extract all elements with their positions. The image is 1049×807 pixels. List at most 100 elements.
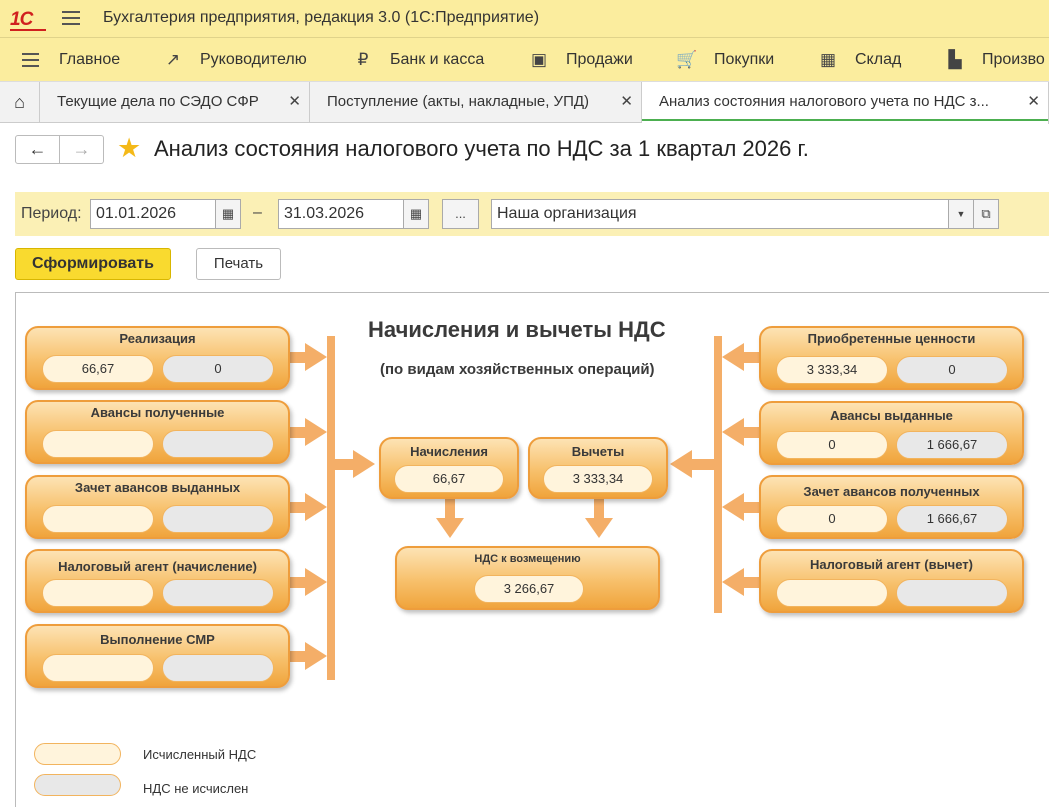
section-production[interactable]: ▙ Произво bbox=[944, 38, 1044, 82]
sections-bar: Главное ↗ Руководителю ₽ Банк и касса ▣ Про… bbox=[0, 38, 1049, 82]
organization-field[interactable]: Наша организация bbox=[491, 199, 949, 229]
arrow-right-icon bbox=[305, 343, 327, 371]
title-bar: 1С Бухгалтерия предприятия, редакция 3.0… bbox=[0, 0, 1049, 38]
tab-receipt[interactable]: Поступление (акты, накладные, УПД) ✕ bbox=[310, 82, 642, 123]
section-warehouse[interactable]: ▦ Склад bbox=[817, 38, 901, 82]
arrow-left-icon bbox=[722, 418, 744, 446]
period-filter-bar: Период: 01.01.2026 ▦ – 31.03.2026 ▦ ... … bbox=[15, 192, 1049, 236]
close-icon[interactable]: ✕ bbox=[288, 82, 301, 122]
accruals-value[interactable]: 66,67 bbox=[394, 465, 504, 493]
sections-menu-icon[interactable] bbox=[22, 53, 39, 67]
arrow-shaft bbox=[335, 459, 353, 470]
calculated-value[interactable] bbox=[42, 654, 154, 682]
app-logo: 1С bbox=[10, 9, 46, 31]
section-main[interactable]: Главное bbox=[59, 38, 120, 82]
arrow-left-icon: ← bbox=[28, 139, 47, 159]
main-menu-icon[interactable] bbox=[62, 11, 80, 25]
calculated-value[interactable] bbox=[776, 579, 888, 607]
factory-icon: ▙ bbox=[948, 50, 962, 69]
vat-refund-value[interactable]: 3 266,67 bbox=[474, 575, 584, 603]
ruble-coin-icon: ₽ bbox=[357, 50, 369, 69]
calculated-value[interactable] bbox=[42, 430, 154, 458]
not-calculated-value[interactable]: 1 666,67 bbox=[896, 431, 1008, 459]
open-icon[interactable]: ⧉ bbox=[973, 199, 999, 229]
not-calculated-value[interactable]: 1 666,67 bbox=[896, 505, 1008, 533]
not-calculated-value[interactable] bbox=[162, 654, 274, 682]
op-acquired-values[interactable]: Приобретенные ценности 3 333,34 0 bbox=[759, 326, 1024, 390]
not-calculated-value[interactable] bbox=[162, 505, 274, 533]
diagram-title: Начисления и вычеты НДС bbox=[368, 317, 666, 342]
shopping-bag-icon: ▣ bbox=[530, 50, 548, 69]
section-manager[interactable]: ↗ Руководителю bbox=[162, 38, 307, 82]
cart-icon: 🛒 bbox=[676, 50, 698, 69]
close-icon[interactable]: ✕ bbox=[620, 82, 633, 122]
deductions-box[interactable]: Вычеты 3 333,34 bbox=[528, 437, 668, 499]
legend-calculated-label: Исчисленный НДС bbox=[143, 747, 257, 762]
trend-icon: ↗ bbox=[165, 50, 181, 69]
not-calculated-value[interactable] bbox=[162, 430, 274, 458]
arrow-down-icon bbox=[585, 518, 613, 538]
op-offset-advances-issued[interactable]: Зачет авансов выданных bbox=[25, 475, 290, 539]
period-select-button[interactable]: ... bbox=[442, 199, 479, 229]
section-sales[interactable]: ▣ Продажи bbox=[528, 38, 633, 82]
not-calculated-value[interactable]: 0 bbox=[162, 355, 274, 383]
calculated-value[interactable]: 0 bbox=[776, 431, 888, 459]
arrow-shaft bbox=[290, 502, 305, 513]
section-bank[interactable]: ₽ Банк и касса bbox=[352, 38, 485, 82]
calculated-value[interactable]: 0 bbox=[776, 505, 888, 533]
calendar-icon[interactable]: ▦ bbox=[403, 199, 429, 229]
arrow-right-icon bbox=[305, 493, 327, 521]
home-icon[interactable]: ⌂ bbox=[0, 82, 40, 123]
legend-not-calculated-swatch bbox=[34, 774, 121, 796]
calculated-value[interactable]: 66,67 bbox=[42, 355, 154, 383]
arrow-left-icon bbox=[670, 450, 692, 478]
arrow-shaft bbox=[692, 459, 714, 470]
arrow-shaft bbox=[594, 498, 604, 518]
not-calculated-value[interactable]: 0 bbox=[896, 356, 1008, 384]
left-connector-bar bbox=[327, 336, 335, 680]
op-tax-agent-deduction[interactable]: Налоговый агент (вычет) bbox=[759, 549, 1024, 613]
deductions-value[interactable]: 3 333,34 bbox=[543, 465, 653, 493]
right-connector-bar bbox=[714, 336, 722, 613]
star-icon[interactable]: ★ bbox=[117, 133, 141, 163]
close-icon[interactable]: ✕ bbox=[1027, 82, 1040, 122]
tab-sedo[interactable]: Текущие дела по СЭДО СФР ✕ bbox=[40, 82, 310, 123]
arrow-shaft bbox=[744, 577, 759, 588]
op-tax-agent-accrual[interactable]: Налоговый агент (начисление) bbox=[25, 549, 290, 613]
accruals-box[interactable]: Начисления 66,67 bbox=[379, 437, 519, 499]
tab-vat-analysis[interactable]: Анализ состояния налогового учета по НДС… bbox=[642, 82, 1049, 124]
arrow-shaft bbox=[290, 352, 305, 363]
arrow-left-icon bbox=[722, 343, 744, 371]
arrow-right-icon bbox=[353, 450, 375, 478]
arrow-right-icon bbox=[305, 642, 327, 670]
back-button[interactable]: ← bbox=[15, 135, 60, 164]
not-calculated-value[interactable] bbox=[162, 579, 274, 607]
arrow-shaft bbox=[290, 427, 305, 438]
forward-button[interactable]: → bbox=[60, 135, 104, 164]
generate-button[interactable]: Сформировать bbox=[15, 248, 171, 280]
date-from-field[interactable]: 01.01.2026 bbox=[90, 199, 216, 229]
calendar-icon[interactable]: ▦ bbox=[215, 199, 241, 229]
calculated-value[interactable] bbox=[42, 505, 154, 533]
period-label: Период: bbox=[21, 205, 82, 222]
arrow-right-icon bbox=[305, 568, 327, 596]
print-button[interactable]: Печать bbox=[196, 248, 281, 280]
op-sales[interactable]: Реализация 66,67 0 bbox=[25, 326, 290, 390]
op-offset-advances-received[interactable]: Зачет авансов полученных 0 1 666,67 bbox=[759, 475, 1024, 539]
vat-refund-box[interactable]: НДС к возмещению 3 266,67 bbox=[395, 546, 660, 610]
diagram-subtitle: (по видам хозяйственных операций) bbox=[380, 361, 655, 378]
arrow-right-icon bbox=[305, 418, 327, 446]
form-title: Анализ состояния налогового учета по НДС… bbox=[154, 136, 809, 161]
section-purchases[interactable]: 🛒 Покупки bbox=[676, 38, 774, 82]
not-calculated-value[interactable] bbox=[896, 579, 1008, 607]
op-advances-issued[interactable]: Авансы выданные 0 1 666,67 bbox=[759, 401, 1024, 465]
arrow-shaft bbox=[290, 577, 305, 588]
op-construction[interactable]: Выполнение СМР bbox=[25, 624, 290, 688]
date-to-field[interactable]: 31.03.2026 bbox=[278, 199, 404, 229]
op-advances-received[interactable]: Авансы полученные bbox=[25, 400, 290, 464]
calculated-value[interactable]: 3 333,34 bbox=[776, 356, 888, 384]
arrow-shaft bbox=[744, 427, 759, 438]
calculated-value[interactable] bbox=[42, 579, 154, 607]
dropdown-icon[interactable]: ▼ bbox=[948, 199, 974, 229]
arrow-shaft bbox=[445, 498, 455, 518]
